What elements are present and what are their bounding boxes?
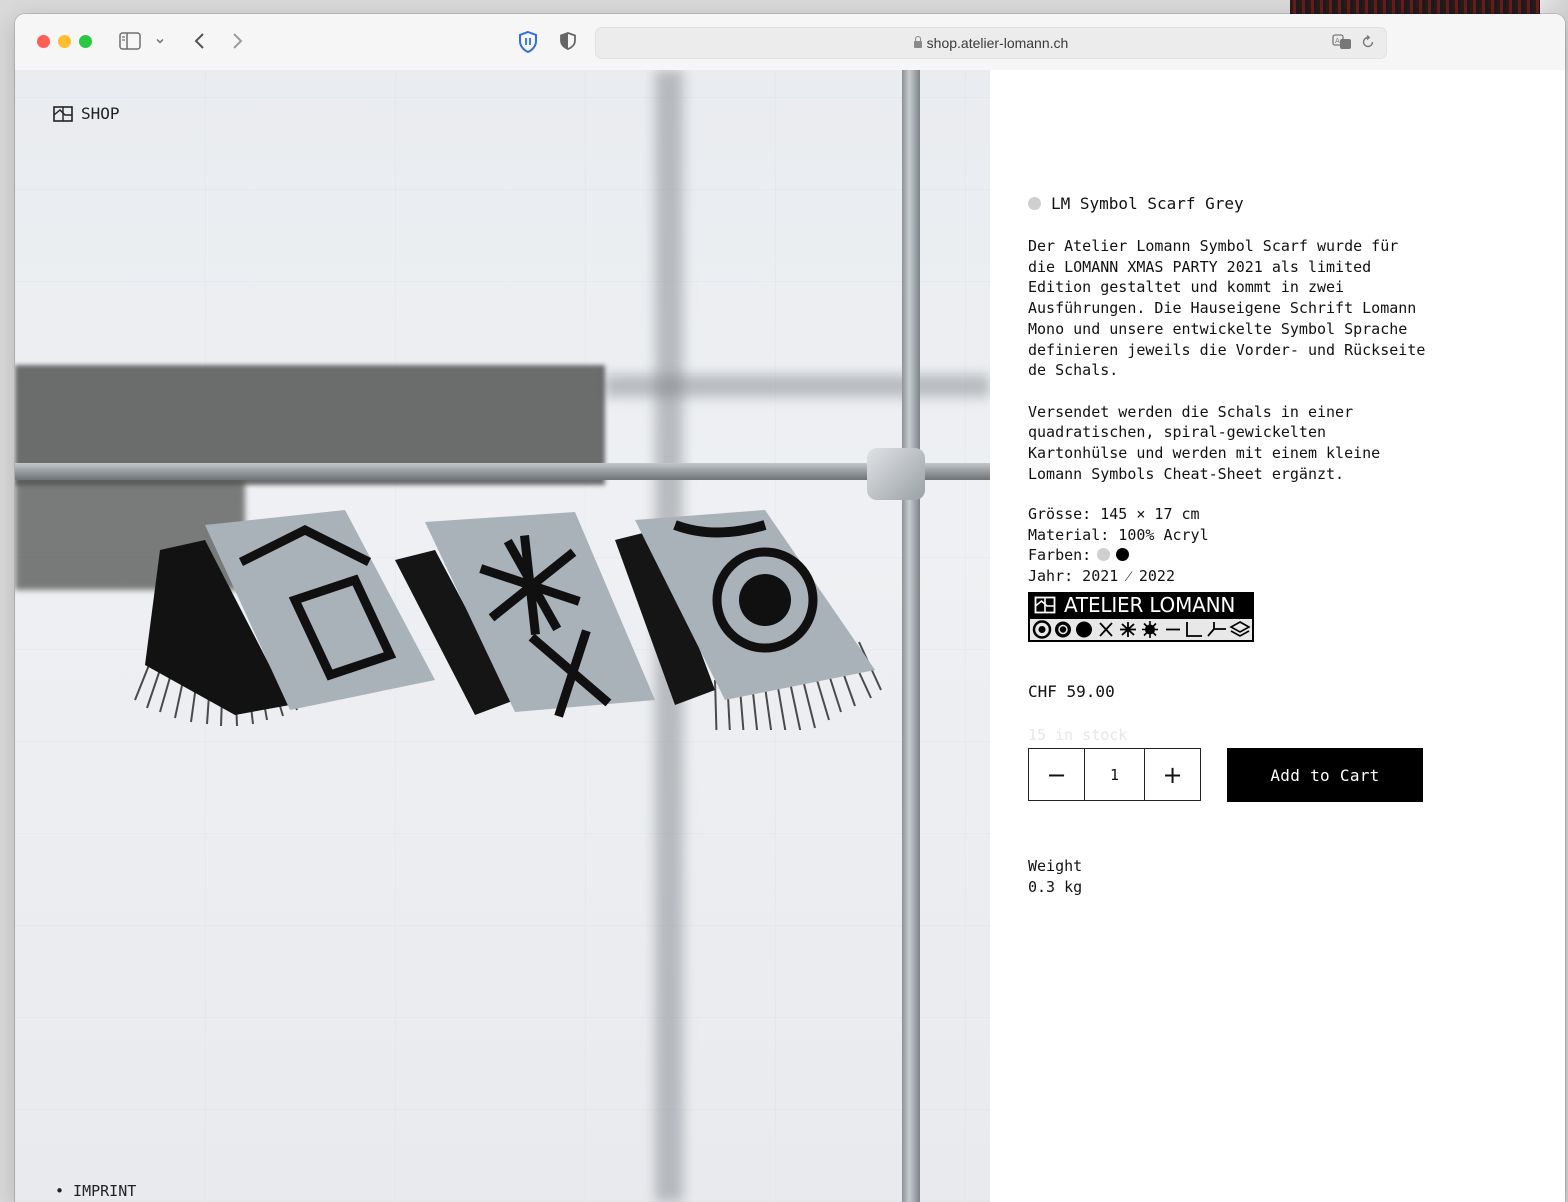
weight-value: 0.3 kg	[1028, 877, 1083, 896]
product-specs: Grösse: 145 × 17 cm Material: 100% Acryl…	[1028, 504, 1209, 587]
spec-year: Jahr: 2021 ⁄ 2022	[1028, 567, 1175, 586]
vertical-pole	[902, 70, 920, 1202]
product-weight: Weight 0.3 kg	[1028, 856, 1082, 897]
address-bar-text: shop.atelier-lomann.ch	[596, 35, 1386, 51]
weight-label: Weight	[1028, 857, 1083, 875]
wall-shadow	[605, 375, 990, 397]
chevron-down-icon[interactable]	[153, 34, 167, 48]
minimize-window-button[interactable]	[58, 35, 71, 48]
increment-button[interactable]: +	[1145, 749, 1200, 800]
url-label: shop.atelier-lomann.ch	[926, 35, 1069, 51]
product-title-text: LM Symbol Scarf Grey	[1051, 194, 1244, 213]
product-description: Der Atelier Lomann Symbol Scarf wurde fü…	[1028, 237, 1426, 483]
product-photo: SHOP • IMPRINT	[15, 70, 990, 1202]
browser-toolbar: shop.atelier-lomann.ch A	[15, 14, 1565, 71]
decrement-button[interactable]: −	[1029, 749, 1084, 800]
browser-window: shop.atelier-lomann.ch A SHOP • IMPRINT …	[15, 14, 1565, 1202]
sidebar-icon[interactable]	[119, 32, 141, 50]
desktop-backdrop	[1290, 0, 1568, 14]
half-shield-icon[interactable]	[557, 30, 579, 52]
svg-text:A: A	[1335, 37, 1340, 45]
reload-icon[interactable]	[1360, 34, 1376, 50]
spec-colors: Farben:	[1028, 545, 1209, 566]
black-swatch	[1116, 548, 1130, 562]
add-to-cart-button[interactable]: Add to Cart	[1227, 748, 1423, 802]
shop-nav-link[interactable]: SHOP	[53, 104, 120, 123]
logo-mark-icon	[1034, 596, 1056, 614]
translate-icon[interactable]: A	[1332, 34, 1352, 50]
shop-nav-label: SHOP	[81, 104, 120, 123]
color-dot	[1028, 197, 1041, 210]
imprint-link[interactable]: • IMPRINT	[55, 1182, 136, 1200]
address-bar[interactable]: shop.atelier-lomann.ch A	[595, 27, 1387, 59]
spec-size: Grösse: 145 × 17 cm	[1028, 505, 1200, 523]
product-title: LM Symbol Scarf Grey	[1028, 194, 1244, 213]
lock-icon	[913, 36, 922, 48]
zoom-window-button[interactable]	[79, 35, 92, 48]
stock-status: 15 in stock	[1028, 726, 1128, 744]
back-icon[interactable]	[189, 30, 211, 52]
forward-icon[interactable]	[226, 30, 248, 52]
quantity-input[interactable]: 1	[1084, 749, 1145, 800]
lomann-symbols-icon	[1032, 620, 1251, 639]
product-price: CHF 59.00	[1028, 682, 1115, 701]
spec-material: Material: 100% Acryl	[1028, 525, 1209, 544]
logo-text: ATELIER LOMANN	[1064, 593, 1236, 617]
logo-symbol-row	[1030, 619, 1252, 640]
close-window-button[interactable]	[37, 35, 50, 48]
page-content: SHOP • IMPRINT LM Symbol Scarf Grey Der …	[15, 70, 1565, 1202]
atelier-lomann-logo: ATELIER LOMANN	[1028, 592, 1254, 642]
privacy-shield-icon[interactable]	[515, 29, 541, 55]
shop-icon	[53, 105, 73, 122]
grey-swatch	[1097, 548, 1111, 562]
scarf-illustration	[134, 510, 882, 730]
product-details: LM Symbol Scarf Grey Der Atelier Lomann …	[990, 70, 1565, 1202]
quantity-stepper: − 1 +	[1028, 748, 1201, 801]
spec-colors-label: Farben:	[1028, 546, 1092, 565]
